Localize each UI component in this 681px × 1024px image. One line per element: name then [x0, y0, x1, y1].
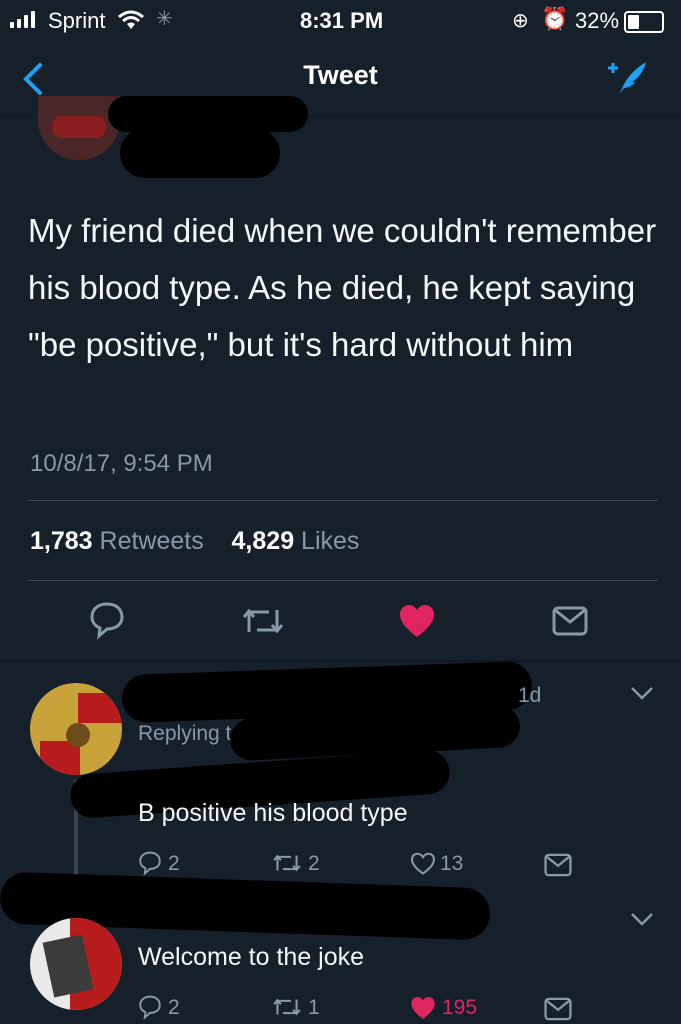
- reply-2-retweet-count: 1: [308, 996, 320, 1019]
- retweet-icon[interactable]: [241, 606, 285, 636]
- like-heart-icon[interactable]: [398, 604, 436, 638]
- reply-1-replying-to: Replying t: [138, 722, 232, 745]
- retweets-count: 1,783: [30, 527, 93, 555]
- redacted-author-name: [108, 96, 308, 132]
- retweets-label: Retweets: [99, 527, 204, 555]
- heart-outline-icon: [411, 852, 435, 875]
- likes-count: 4,829: [231, 527, 295, 555]
- activity-icon: ✳: [156, 8, 173, 30]
- reply-2-like-count: 195: [442, 996, 478, 1019]
- alarm-icon: ⏰: [541, 6, 569, 31]
- reply-2-avatar[interactable]: [30, 918, 122, 1010]
- reply-1-retweet-count: 2: [308, 852, 320, 875]
- reply-2-text: Welcome to the joke: [138, 943, 365, 971]
- section-divider: [0, 660, 681, 662]
- compose-tweet-icon[interactable]: [604, 58, 650, 98]
- battery-percent: 32%: [575, 8, 620, 33]
- reply-1-like-count: 13: [440, 852, 464, 875]
- tweet-text: My friend died when we couldn't remember…: [28, 212, 657, 363]
- signal-icon: [10, 10, 44, 28]
- retweet-icon: [273, 998, 301, 1016]
- reply-2-reply-count: 2: [168, 996, 180, 1019]
- reply-1-age: 1d: [518, 684, 542, 707]
- reply-1-chevron-down-icon[interactable]: [630, 686, 654, 700]
- divider: [28, 500, 658, 501]
- reply-1-reply-count: 2: [168, 852, 180, 875]
- heart-filled-icon: [411, 997, 435, 1019]
- retweet-stat[interactable]: 1,783 Retweets: [30, 527, 204, 555]
- carrier-name: Sprint: [48, 8, 106, 33]
- reply-1-avatar[interactable]: [30, 683, 122, 775]
- retweet-icon: [273, 854, 301, 872]
- battery-icon: [624, 11, 664, 33]
- likes-label: Likes: [301, 527, 360, 555]
- reply-icon[interactable]: [89, 600, 125, 640]
- divider: [28, 580, 658, 581]
- page-title: Tweet: [303, 60, 378, 90]
- tweet-stats: 1,783 Retweets 4,829 Likes: [30, 527, 359, 556]
- likes-stat[interactable]: 4,829 Likes: [232, 527, 360, 555]
- status-bar: Sprint ✳ 8:31 PM ⊕ ⏰ 32%: [0, 0, 681, 40]
- reply-2-share-icon[interactable]: [544, 997, 572, 1021]
- reply-2-chevron-down-icon[interactable]: [630, 912, 654, 926]
- clock: 8:31 PM: [300, 8, 384, 33]
- reply-icon: [139, 995, 161, 1020]
- reply-1-share-icon[interactable]: [544, 853, 572, 877]
- tweet-timestamp: 10/8/17, 9:54 PM: [30, 450, 213, 477]
- orientation-lock-icon: ⊕: [512, 10, 529, 32]
- reply-1-text: B positive his blood type: [138, 799, 408, 827]
- wifi-icon: [118, 10, 144, 29]
- reply-icon: [139, 851, 161, 876]
- share-icon[interactable]: [552, 606, 588, 636]
- redacted-author-handle: [120, 128, 280, 178]
- author-avatar[interactable]: [38, 96, 120, 160]
